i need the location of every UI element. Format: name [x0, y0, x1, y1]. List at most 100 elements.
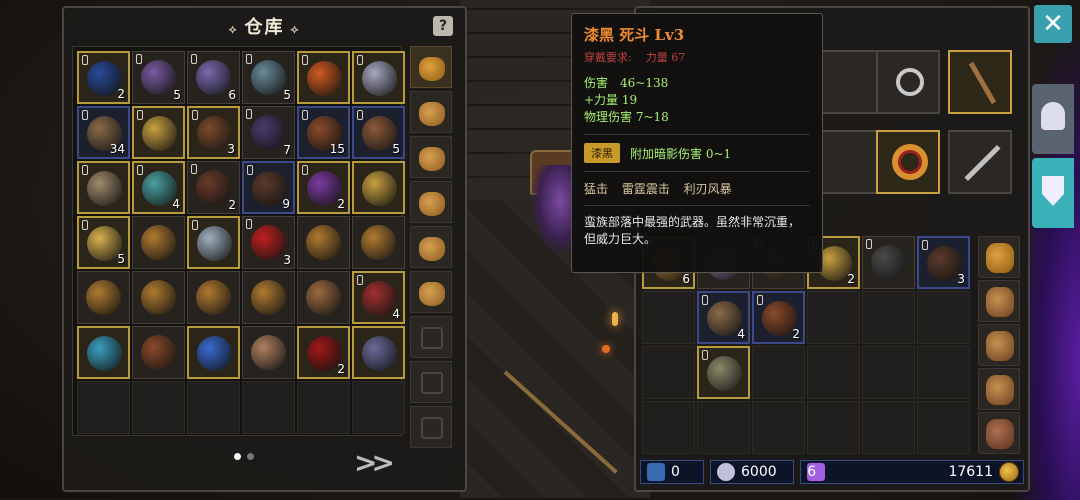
warehouse-bag-slot[interactable]	[410, 181, 452, 223]
warehouse-slot[interactable]	[77, 326, 130, 379]
warehouse-slot[interactable]	[297, 216, 350, 269]
warehouse-slot[interactable]: 15	[297, 106, 350, 159]
stack-count: 2	[847, 272, 855, 286]
inventory-slot[interactable]	[862, 291, 915, 344]
warehouse-slot[interactable]: 5	[132, 51, 185, 104]
equip-slot-ring[interactable]	[876, 50, 940, 114]
warehouse-slot[interactable]: 6	[187, 51, 240, 104]
warehouse-slot[interactable]	[297, 381, 350, 434]
equip-slot-weapon-staff[interactable]	[948, 50, 1012, 114]
warehouse-bag-slot[interactable]	[410, 316, 452, 358]
inventory-slot[interactable]	[862, 401, 915, 454]
warehouse-slot[interactable]	[187, 381, 240, 434]
equip-slot-helmet[interactable]	[818, 50, 882, 114]
warehouse-slot[interactable]	[77, 381, 130, 434]
equip-slot-sword[interactable]	[948, 130, 1012, 194]
warehouse-slot[interactable]	[297, 271, 350, 324]
next-page-button[interactable]: >>	[354, 446, 395, 479]
warehouse-slot[interactable]	[242, 271, 295, 324]
warehouse-slot[interactable]	[187, 271, 240, 324]
inventory-slot[interactable]	[752, 346, 805, 399]
stack-count: 2	[228, 198, 236, 212]
warehouse-slot[interactable]	[352, 161, 405, 214]
warehouse-bag-slot[interactable]	[410, 91, 452, 133]
warehouse-slot[interactable]: 2	[187, 161, 240, 214]
inventory-slot[interactable]	[917, 401, 970, 454]
inventory-slot[interactable]	[862, 236, 915, 289]
inventory-bag-1[interactable]	[978, 236, 1020, 278]
inventory-slot[interactable]	[642, 346, 695, 399]
warehouse-slot[interactable]	[132, 326, 185, 379]
inventory-slot[interactable]	[642, 401, 695, 454]
lock-icon	[357, 110, 363, 120]
warehouse-bag-slot[interactable]	[410, 46, 452, 88]
inventory-slot[interactable]	[697, 346, 750, 399]
bag-icon	[986, 375, 1014, 405]
page-dot-2[interactable]	[247, 453, 254, 460]
inventory-bag-3[interactable]	[978, 324, 1020, 366]
inventory-slot[interactable]	[642, 291, 695, 344]
warehouse-slot[interactable]: 4	[132, 161, 185, 214]
warehouse-bag-slot[interactable]	[410, 226, 452, 268]
inventory-slot[interactable]	[807, 401, 860, 454]
warehouse-slot[interactable]: 5	[352, 106, 405, 159]
warehouse-slot[interactable]	[77, 161, 130, 214]
inventory-slot[interactable]	[917, 346, 970, 399]
item-icon	[141, 225, 176, 260]
tab-equipment[interactable]	[1032, 84, 1074, 154]
inventory-slot[interactable]: 3	[917, 236, 970, 289]
warehouse-slot[interactable]	[352, 51, 405, 104]
item-icon	[87, 171, 122, 206]
warehouse-slot[interactable]: 7	[242, 106, 295, 159]
inventory-bag-5[interactable]	[978, 412, 1020, 454]
warehouse-slot[interactable]: 3	[242, 216, 295, 269]
inventory-slot[interactable]	[752, 401, 805, 454]
warehouse-slot[interactable]	[132, 381, 185, 434]
warehouse-slot[interactable]: 2	[77, 51, 130, 104]
inventory-slot[interactable]: 2	[752, 291, 805, 344]
warehouse-slot[interactable]	[242, 326, 295, 379]
warehouse-bag-slot[interactable]	[410, 406, 452, 448]
close-button[interactable]: ✕	[1034, 5, 1072, 43]
warehouse-bag-slot[interactable]	[410, 136, 452, 178]
warehouse-slot[interactable]: 2	[297, 161, 350, 214]
bag-icon	[986, 419, 1014, 449]
inventory-slot[interactable]: 4	[697, 291, 750, 344]
warehouse-bag-slot[interactable]	[410, 361, 452, 403]
tab-inventory[interactable]	[1032, 158, 1074, 228]
warehouse-slot[interactable]: 34	[77, 106, 130, 159]
warehouse-slot[interactable]	[187, 326, 240, 379]
inventory-slot[interactable]	[807, 291, 860, 344]
inventory-slot[interactable]	[862, 346, 915, 399]
warehouse-slot[interactable]: 9	[242, 161, 295, 214]
warehouse-slot[interactable]: 5	[242, 51, 295, 104]
item-icon	[251, 335, 286, 370]
inventory-bag-2[interactable]	[978, 280, 1020, 322]
warehouse-slot[interactable]	[187, 216, 240, 269]
warehouse-slot[interactable]: 3	[187, 106, 240, 159]
inventory-bag-4[interactable]	[978, 368, 1020, 410]
stack-count: 5	[283, 88, 291, 102]
warehouse-slot[interactable]	[352, 326, 405, 379]
equip-slot-armor[interactable]	[818, 130, 882, 194]
warehouse-slot[interactable]: 2	[297, 326, 350, 379]
page-dot-1[interactable]	[234, 453, 241, 460]
stack-count: 2	[337, 197, 345, 211]
warehouse-bag-slot[interactable]	[410, 271, 452, 313]
warehouse-slot[interactable]: 4	[352, 271, 405, 324]
warehouse-slot[interactable]	[352, 216, 405, 269]
inventory-slot[interactable]	[807, 346, 860, 399]
warehouse-slot[interactable]: 5	[77, 216, 130, 269]
warehouse-slot[interactable]	[352, 381, 405, 434]
inventory-slot[interactable]	[917, 291, 970, 344]
warehouse-slot[interactable]	[132, 271, 185, 324]
stat-physical-damage: 物理伤害 7~18	[584, 110, 669, 124]
equip-slot-gold-ring[interactable]	[876, 130, 940, 194]
help-button[interactable]: ?	[433, 16, 453, 36]
warehouse-slot[interactable]	[132, 216, 185, 269]
inventory-slot[interactable]	[697, 401, 750, 454]
warehouse-slot[interactable]	[297, 51, 350, 104]
warehouse-slot[interactable]	[77, 271, 130, 324]
warehouse-slot[interactable]	[132, 106, 185, 159]
warehouse-slot[interactable]	[242, 381, 295, 434]
